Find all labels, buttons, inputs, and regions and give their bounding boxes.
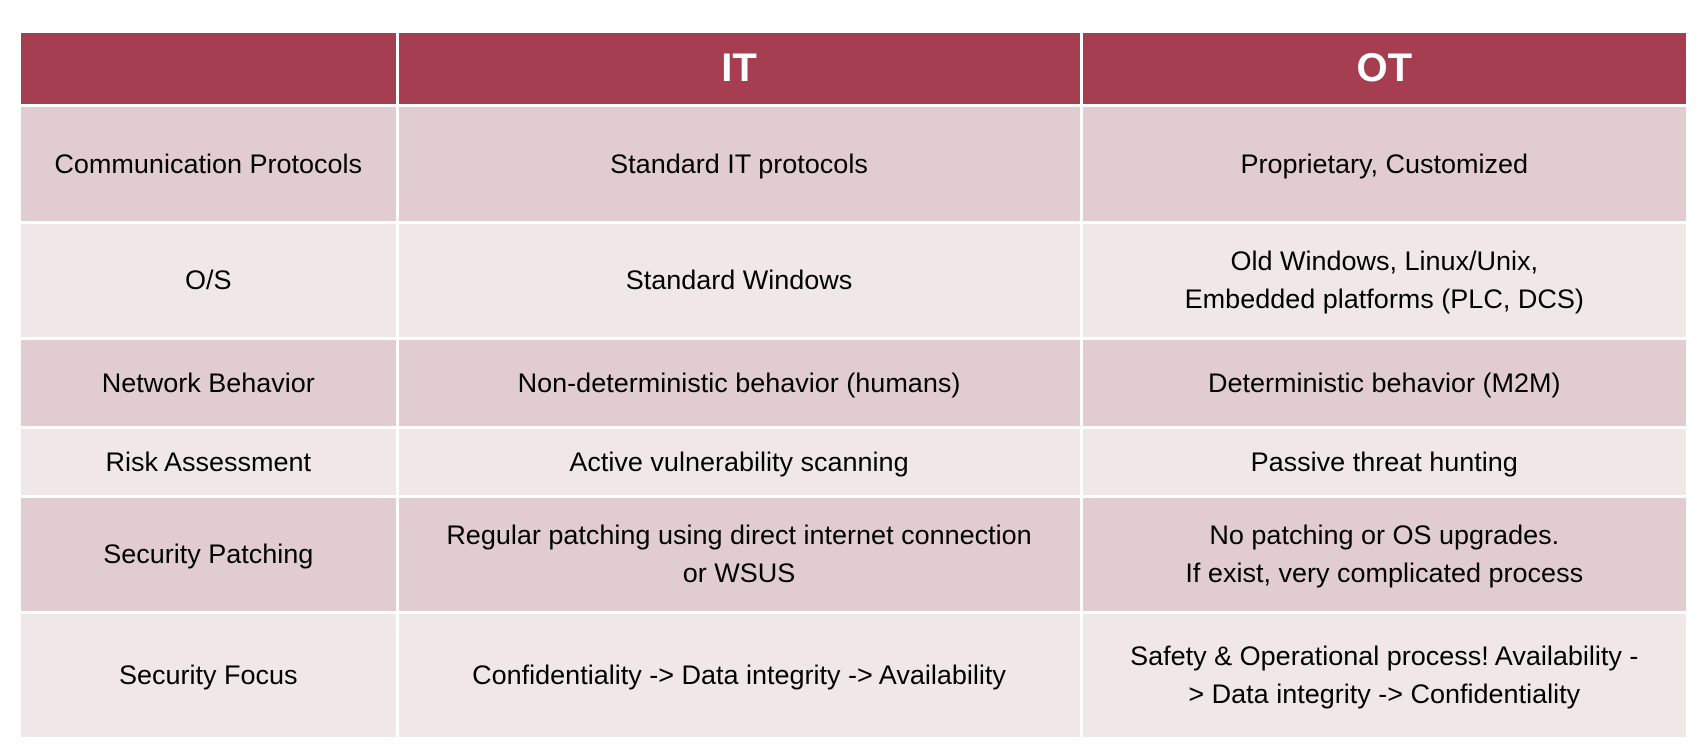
table-row-risk-assessment: Risk Assessment Active vulnerability sca… (21, 425, 1686, 498)
it-cell: Confidentiality -> Data integrity -> Ava… (395, 610, 1083, 737)
ot-cell: Deterministic behavior (M2M) (1079, 336, 1686, 429)
table-row-os: O/S Standard Windows Old Windows, Linux/… (21, 220, 1686, 340)
ot-cell: Old Windows, Linux/Unix, Embedded platfo… (1079, 220, 1686, 340)
table-row-security-patching: Security Patching Regular patching using… (21, 494, 1686, 614)
row-label: Communication Protocols (21, 103, 399, 224)
it-cell: Standard Windows (395, 220, 1083, 340)
ot-cell: Safety & Operational process! Availabili… (1079, 610, 1686, 737)
it-ot-comparison-table: IT OT Communication Protocols Standard I… (21, 33, 1686, 737)
row-label: Security Focus (21, 610, 399, 737)
it-cell: Active vulnerability scanning (395, 425, 1083, 498)
it-cell: Regular patching using direct internet c… (395, 494, 1083, 614)
header-ot: OT (1079, 33, 1686, 107)
row-label: O/S (21, 220, 399, 340)
table-row-network-behavior: Network Behavior Non-deterministic behav… (21, 336, 1686, 429)
it-cell: Non-deterministic behavior (humans) (395, 336, 1083, 429)
it-cell: Standard IT protocols (395, 103, 1083, 224)
header-row: IT OT (21, 33, 1686, 107)
comparison-table-container: IT OT Communication Protocols Standard I… (21, 33, 1686, 737)
header-corner-cell (21, 33, 399, 107)
table-row-security-focus: Security Focus Confidentiality -> Data i… (21, 610, 1686, 737)
table-row-communication-protocols: Communication Protocols Standard IT prot… (21, 103, 1686, 224)
table-body: Communication Protocols Standard IT prot… (21, 103, 1686, 737)
row-label: Security Patching (21, 494, 399, 614)
header-it: IT (395, 33, 1083, 107)
ot-cell: Passive threat hunting (1079, 425, 1686, 498)
row-label: Network Behavior (21, 336, 399, 429)
table-header: IT OT (21, 33, 1686, 107)
row-label: Risk Assessment (21, 425, 399, 498)
ot-cell: No patching or OS upgrades. If exist, ve… (1079, 494, 1686, 614)
ot-cell: Proprietary, Customized (1079, 103, 1686, 224)
